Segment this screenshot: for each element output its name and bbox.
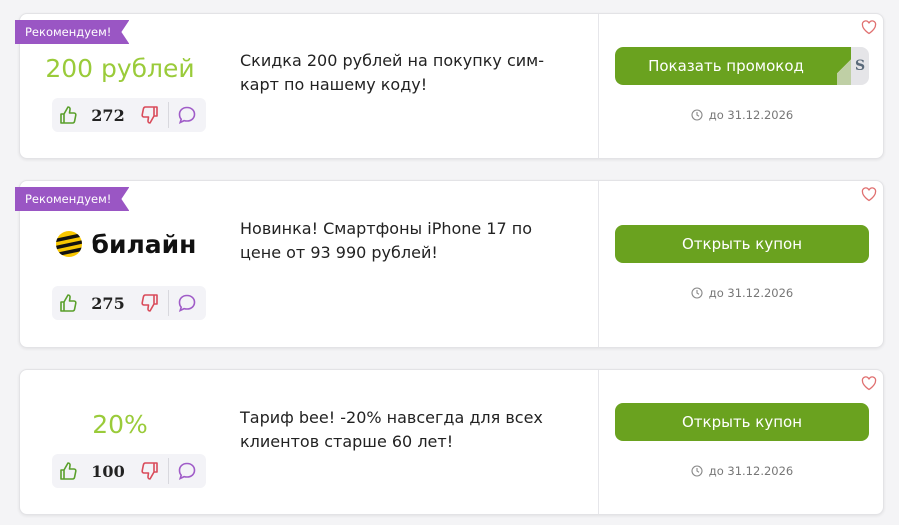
vote-count: 275 [91, 293, 125, 313]
card-divider [598, 181, 599, 347]
open-coupon-button[interactable]: Открыть купон [615, 403, 869, 441]
vote-count: 100 [91, 461, 125, 481]
show-promocode-button[interactable]: Показать промокод S [615, 47, 869, 85]
vote-bar: 272 [52, 98, 206, 132]
coupon-card: 20% 100 Тариф bee! -20% навсегда для все… [19, 369, 884, 515]
vote-count: 272 [91, 105, 125, 125]
recommended-badge: Рекомендуем! [15, 20, 129, 44]
heart-icon[interactable] [861, 376, 877, 391]
speech-bubble-icon[interactable] [169, 105, 205, 125]
clock-icon [691, 465, 703, 477]
thumbs-up-icon[interactable] [52, 105, 84, 125]
coupon-description: Скидка 200 рублей на покупку сим-карт по… [240, 51, 544, 94]
vote-bar: 275 [52, 286, 206, 320]
card-divider [598, 370, 599, 514]
button-label: Показать промокод [648, 57, 804, 75]
coupon-description: Тариф bee! -20% навсегда для всех клиент… [240, 408, 543, 451]
promo-peel-corner [837, 47, 851, 85]
thumbs-up-icon[interactable] [52, 461, 84, 481]
coupon-value: 20% [92, 410, 148, 439]
open-coupon-button[interactable]: Открыть купон [615, 225, 869, 263]
beeline-logo: билайн [50, 229, 200, 259]
expiry: до 31.12.2026 [615, 286, 869, 300]
expiry-date: до 31.12.2026 [708, 464, 794, 478]
brand-name: билайн [91, 229, 197, 259]
thumbs-up-icon[interactable] [52, 293, 84, 313]
thumbs-down-icon[interactable] [132, 293, 168, 313]
card-divider [598, 14, 599, 158]
expiry: до 31.12.2026 [615, 108, 869, 122]
expiry-date: до 31.12.2026 [708, 286, 794, 300]
expiry: до 31.12.2026 [615, 464, 869, 478]
thumbs-down-icon[interactable] [132, 461, 168, 481]
clock-icon [691, 109, 703, 121]
clock-icon [691, 287, 703, 299]
vote-bar: 100 [52, 454, 206, 488]
coupon-description: Новинка! Смартфоны iPhone 17 по цене от … [240, 219, 533, 262]
coupon-value: 200 рублей [45, 54, 195, 83]
expiry-date: до 31.12.2026 [708, 108, 794, 122]
heart-icon[interactable] [861, 187, 877, 202]
recommended-badge: Рекомендуем! [15, 187, 129, 211]
thumbs-down-icon[interactable] [132, 105, 168, 125]
speech-bubble-icon[interactable] [169, 461, 205, 481]
coupon-card: Рекомендуем! билайн 275 Новинка! Смартфо… [19, 180, 884, 348]
promo-code-peek: S [854, 58, 866, 74]
coupon-card: Рекомендуем! 200 рублей 272 Скидка 200 р… [19, 13, 884, 159]
beeline-logo-icon [55, 231, 82, 257]
speech-bubble-icon[interactable] [169, 293, 205, 313]
heart-icon[interactable] [861, 20, 877, 35]
